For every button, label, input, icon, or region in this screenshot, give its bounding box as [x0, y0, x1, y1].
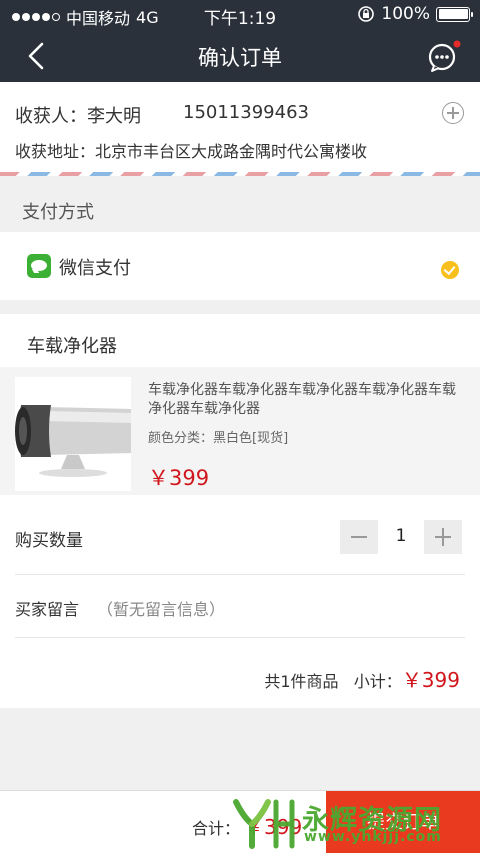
- subtotal-row: 共1件商品 小计：￥399: [0, 644, 480, 704]
- order-item-card: 车载净化器 车载净化器车载净化器车载净化器车载净化器车载净化器车载净化器 颜色分…: [0, 314, 480, 708]
- receiver-phone: 15011399463: [183, 102, 309, 123]
- chat-bubble-icon[interactable]: [426, 39, 462, 73]
- site-watermark: 永辉资源网 www.yhkjjj.com: [230, 796, 480, 850]
- wechat-pay-icon: [27, 254, 51, 278]
- airmail-border: [0, 172, 480, 176]
- battery-icon: [436, 6, 473, 22]
- payment-method-label: 微信支付: [59, 258, 131, 279]
- buyer-note-label: 买家留言: [15, 600, 80, 619]
- quantity-value[interactable]: 1: [380, 526, 422, 546]
- receiver-name: 李大明: [87, 106, 141, 127]
- address-label: 收获地址：: [15, 142, 96, 161]
- buyer-note-placeholder[interactable]: （暂无留言信息）: [97, 596, 225, 620]
- product-price: ￥399: [148, 466, 210, 490]
- subtotal-price: ￥399: [401, 668, 460, 692]
- receiver-row: 收获人： 李大明 15011399463: [15, 102, 309, 128]
- watermark-url: www.yhkjjj.com: [304, 829, 442, 845]
- receiver-label: 收获人：: [15, 106, 87, 127]
- payment-option-wechat[interactable]: 微信支付: [0, 232, 480, 300]
- payment-section-header: 支付方式: [0, 182, 480, 236]
- item-count: 共1件商品: [264, 672, 339, 691]
- quantity-row: 购买数量 1: [0, 504, 480, 572]
- address-card[interactable]: 收获人： 李大明 15011399463 收获地址：北京市丰台区大成路金隅时代公…: [0, 82, 480, 176]
- quantity-decrease-button[interactable]: [340, 520, 378, 554]
- status-bar: 中国移动 4G 下午1:19 100%: [0, 0, 480, 30]
- shop-name: 车载净化器: [27, 336, 117, 357]
- page-title: 确认订单: [198, 46, 282, 70]
- product-spec: 颜色分类：黑白色[现货]: [148, 431, 289, 446]
- payment-section-title: 支付方式: [22, 202, 94, 223]
- address-row: 收获地址：北京市丰台区大成路金隅时代公寓楼收: [15, 138, 367, 162]
- battery-percent: 100%: [381, 4, 430, 24]
- subtotal-label: 小计：: [353, 672, 402, 691]
- quantity-label: 购买数量: [15, 531, 83, 551]
- add-address-icon[interactable]: [442, 102, 464, 124]
- quantity-increase-button[interactable]: [424, 520, 462, 554]
- product-name: 车载净化器车载净化器车载净化器车载净化器车载净化器车载净化器: [148, 382, 456, 417]
- divider: [15, 637, 465, 638]
- selected-check-icon[interactable]: [441, 261, 459, 279]
- buyer-note-row[interactable]: 买家留言 （暂无留言信息）: [0, 574, 480, 636]
- nav-bar: 确认订单: [0, 30, 480, 82]
- rotation-lock-icon: [358, 6, 375, 22]
- product-row[interactable]: 车载净化器车载净化器车载净化器车载净化器车载净化器车载净化器 颜色分类：黑白色[…: [0, 367, 480, 495]
- address-text: 北京市丰台区大成路金隅时代公寓楼收: [95, 142, 368, 161]
- product-image: [15, 377, 131, 491]
- watermark-logo-icon: [233, 799, 295, 849]
- car-purifier-image: [15, 377, 131, 491]
- status-right: 100%: [357, 4, 473, 24]
